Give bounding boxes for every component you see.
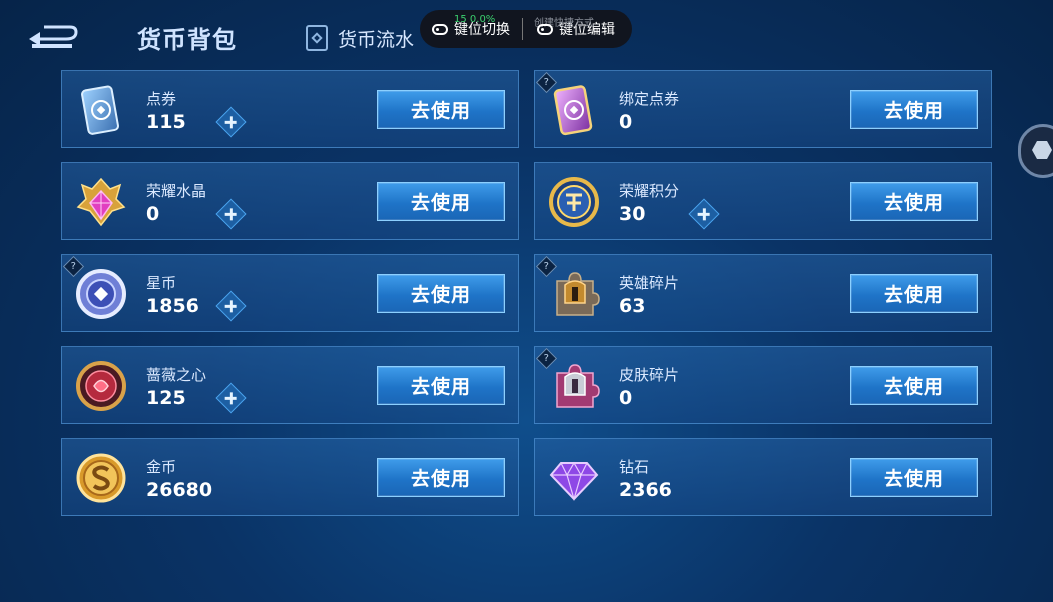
add-icon[interactable] bbox=[688, 198, 720, 230]
page-title: 货币背包 bbox=[137, 26, 237, 54]
currency-amount: 115 bbox=[146, 111, 186, 133]
use-button[interactable]: 去使用 bbox=[850, 182, 978, 221]
currency-card: 蔷薇之心 125 去使用 bbox=[61, 346, 519, 424]
currency-card: 金币 26680 去使用 bbox=[61, 438, 519, 516]
tab-currency-flow[interactable]: 货币流水 bbox=[306, 24, 414, 52]
points-icon bbox=[549, 177, 599, 227]
use-button[interactable]: 去使用 bbox=[850, 366, 978, 405]
add-icon[interactable] bbox=[215, 290, 247, 322]
bound-coupon-icon bbox=[553, 85, 593, 136]
skin-fragment-icon bbox=[556, 364, 600, 408]
rose-heart-icon bbox=[76, 361, 126, 411]
add-icon[interactable] bbox=[215, 106, 247, 138]
use-button[interactable]: 去使用 bbox=[850, 458, 978, 497]
back-arrow-icon[interactable] bbox=[26, 24, 82, 52]
currency-card: ? 皮肤碎片 0 去使用 bbox=[534, 346, 992, 424]
gold-coin-icon bbox=[76, 453, 126, 503]
currency-card: ? 绑定点券 0 去使用 bbox=[534, 70, 992, 148]
currency-name: 荣耀积分 bbox=[619, 182, 680, 200]
currency-amount: 0 bbox=[619, 111, 633, 133]
currency-card: 点券 115 去使用 bbox=[61, 70, 519, 148]
currency-card: ? 英雄碎片 63 去使用 bbox=[534, 254, 992, 332]
flow-icon bbox=[306, 25, 328, 51]
use-button[interactable]: 去使用 bbox=[377, 274, 505, 313]
currency-name: 星币 bbox=[146, 274, 177, 292]
currency-amount: 26680 bbox=[146, 479, 213, 501]
add-icon[interactable] bbox=[215, 382, 247, 414]
use-button[interactable]: 去使用 bbox=[850, 274, 978, 313]
gamepad-icon bbox=[537, 23, 553, 35]
currency-name: 绑定点券 bbox=[619, 90, 680, 108]
gamepad-icon bbox=[432, 23, 448, 35]
currency-card: 荣耀水晶 0 去使用 bbox=[61, 162, 519, 240]
add-icon[interactable] bbox=[215, 198, 247, 230]
currency-name: 荣耀水晶 bbox=[146, 182, 207, 200]
currency-name: 皮肤碎片 bbox=[619, 366, 680, 384]
overlay-divider bbox=[522, 18, 523, 40]
use-button[interactable]: 去使用 bbox=[377, 458, 505, 497]
currency-name: 钻石 bbox=[619, 458, 650, 476]
currency-amount: 30 bbox=[619, 203, 646, 225]
currency-amount: 63 bbox=[619, 295, 646, 317]
hero-fragment-icon bbox=[556, 272, 600, 316]
coupon-icon bbox=[81, 85, 119, 135]
use-button[interactable]: 去使用 bbox=[377, 90, 505, 129]
diamond-icon bbox=[549, 461, 599, 502]
settings-gear-icon[interactable] bbox=[1018, 124, 1053, 178]
currency-amount: 1856 bbox=[146, 295, 199, 317]
currency-amount: 2366 bbox=[619, 479, 672, 501]
currency-card: ? 星币 1856 去使用 bbox=[61, 254, 519, 332]
currency-name: 点券 bbox=[146, 90, 177, 108]
currency-card: 荣耀积分 30 去使用 bbox=[534, 162, 992, 240]
currency-name: 英雄碎片 bbox=[619, 274, 680, 292]
use-button[interactable]: 去使用 bbox=[850, 90, 978, 129]
currency-name: 金币 bbox=[146, 458, 177, 476]
fps-stats: 15 0.0% bbox=[454, 14, 496, 25]
tab-currency-flow-label: 货币流水 bbox=[338, 28, 415, 51]
currency-name: 蔷薇之心 bbox=[146, 366, 207, 384]
crystal-icon bbox=[76, 177, 126, 227]
use-button[interactable]: 去使用 bbox=[377, 182, 505, 221]
currency-amount: 0 bbox=[146, 203, 160, 225]
currency-amount: 0 bbox=[619, 387, 633, 409]
key-mapping-overlay: 15 0.0% 创建快捷方式 键位切换 键位编辑 bbox=[420, 10, 632, 48]
star-coin-icon bbox=[76, 269, 126, 319]
use-button[interactable]: 去使用 bbox=[377, 366, 505, 405]
currency-amount: 125 bbox=[146, 387, 186, 409]
currency-card: 钻石 2366 去使用 bbox=[534, 438, 992, 516]
